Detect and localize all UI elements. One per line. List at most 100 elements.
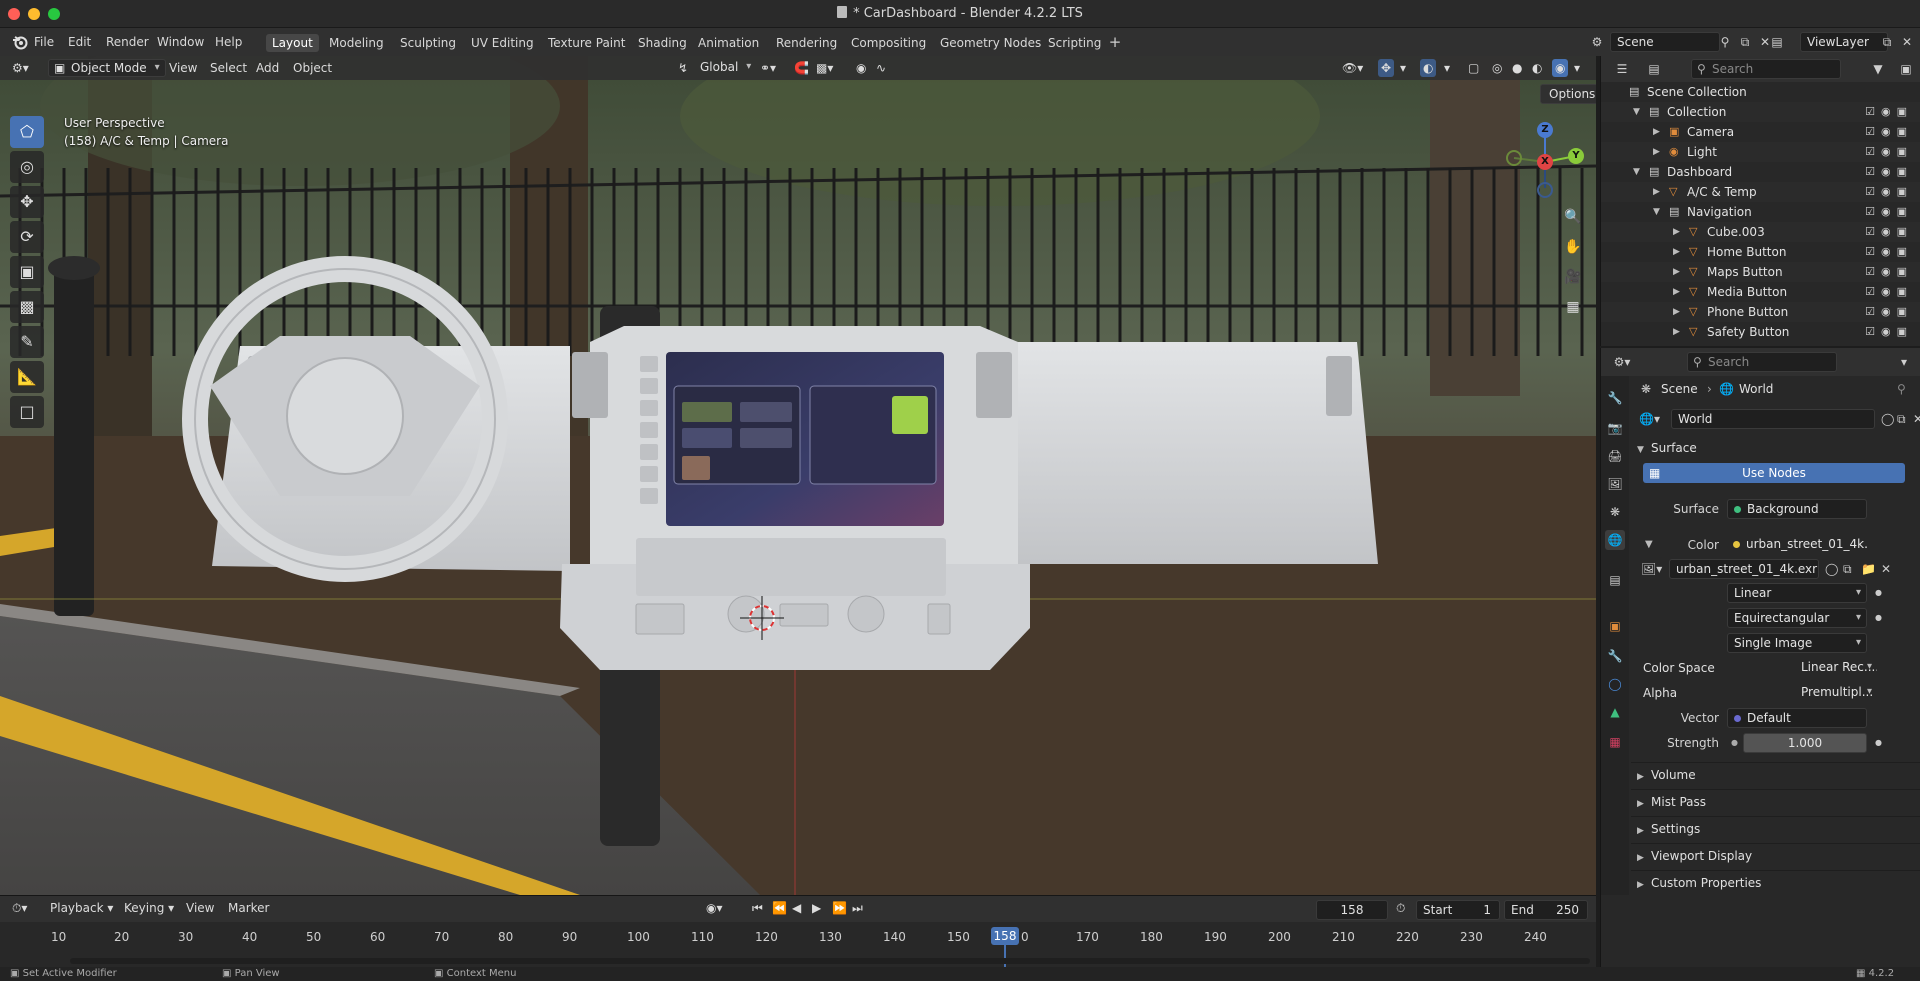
chevron-right-icon[interactable]: ▶ [1673,262,1680,282]
timeline-menu-playback[interactable]: Playback ▾ [50,899,113,917]
keyframe-dot-icon[interactable]: ● [1875,607,1882,629]
visibility-toggles-icon[interactable]: ☑◉▣ [1865,182,1913,202]
image-browse-icon[interactable]: 🖼▾ [1641,558,1662,580]
visibility-toggles-icon[interactable]: ☑◉▣ [1865,202,1913,222]
data-tab-icon[interactable]: ▲ [1605,702,1625,722]
use-nodes-button[interactable]: ▦ Use Nodes [1643,463,1905,483]
jump-keyframe-forward-icon[interactable]: ⏩ [832,899,847,917]
camera-view-icon[interactable]: 🎥 [1562,266,1584,288]
workspace-tab-rendering[interactable]: Rendering [770,34,843,52]
outliner-row[interactable]: ▶ ▽ Media Button ☑◉▣ [1601,282,1920,302]
filter-icon[interactable]: ▼ [1869,60,1887,78]
perspective-toggle-icon[interactable]: ▦ [1562,296,1584,318]
visibility-toggles-icon[interactable]: ☑◉▣ [1865,222,1913,242]
alpha-mode-dropdown[interactable]: Premultipl... [1795,683,1877,703]
timeline-scrollbar[interactable] [70,958,1590,964]
mist-pass-section-header[interactable]: ▶ Mist Pass [1631,789,1920,813]
physics-tab-icon[interactable]: ◯ [1605,674,1625,694]
collection-tab-icon[interactable]: ▤ [1605,570,1625,590]
scene-selector-icon[interactable]: ⚙ [1588,33,1606,51]
outliner-row[interactable]: ▼ ▤ Dashboard ☑◉▣ [1601,162,1920,182]
properties-search-input[interactable]: ⚲ Search [1687,352,1837,372]
viewport-menu-view[interactable]: View [169,59,197,77]
gizmo-neg-z-axis[interactable] [1537,182,1553,198]
workspace-tab-animation[interactable]: Animation [692,34,765,52]
falloff-icon[interactable]: ∿ [876,59,886,77]
chevron-right-icon[interactable]: ▶ [1673,242,1680,262]
outliner-row[interactable]: ▶ ▽ Cube.003 ☑◉▣ [1601,222,1920,242]
select-box-tool-icon[interactable]: ⬠ [10,116,44,148]
open-folder-icon[interactable]: 📁 [1861,558,1876,580]
world-name-field[interactable]: World [1671,409,1875,429]
display-mode-icon[interactable]: ▤ [1645,60,1663,78]
rendered-shading-icon[interactable]: ◉ [1552,59,1569,77]
timeline-menu-keying[interactable]: Keying ▾ [124,899,174,917]
new-view-layer-icon[interactable]: ⧉ [1878,33,1896,51]
properties-options-icon[interactable]: ▾ [1895,353,1913,371]
gizmo-x-axis[interactable]: X [1537,154,1553,170]
object-tab-icon[interactable]: ▣ [1605,616,1625,636]
workspace-tab-compositing[interactable]: Compositing [845,34,932,52]
outliner-row[interactable]: ▼ ▤ Collection ☑◉▣ [1601,102,1920,122]
auto-keying-icon[interactable]: ◉▾ [706,899,723,917]
play-reverse-icon[interactable]: ◀ [792,899,801,917]
playhead-line[interactable] [1004,945,1006,968]
material-preview-shading-icon[interactable]: ◐ [1532,59,1542,77]
solid-shading-icon[interactable]: ● [1512,59,1522,77]
workspace-tab-texture-paint[interactable]: Texture Paint [542,34,631,52]
tool-tab-icon[interactable]: 🔧 [1605,388,1625,408]
outliner-row[interactable]: ▶ ◉ Light ☑◉▣ [1601,142,1920,162]
color-input-field[interactable]: urban_street_01_4k.... [1727,535,1867,555]
fake-user-icon[interactable]: ◯ [1825,558,1838,580]
unlink-icon[interactable]: ✕ [1881,558,1891,580]
menu-window[interactable]: Window [157,33,204,51]
gizmo-menu-icon[interactable]: ▾ [1400,59,1406,77]
duplicate-icon[interactable]: ⧉ [1897,408,1906,430]
transform-tool-icon[interactable]: ▩ [10,291,44,323]
transform-orientation-dropdown[interactable]: Global [694,59,756,77]
keyframe-dot-icon[interactable]: ● [1875,582,1882,604]
workspace-tab-sculpting[interactable]: Sculpting [394,34,462,52]
surface-shader-field[interactable]: Background [1727,499,1867,519]
duplicate-icon[interactable]: ⧉ [1843,558,1852,580]
overlays-toggle-icon[interactable]: ◐ [1420,59,1437,77]
workspace-tab-uv-editing[interactable]: UV Editing [465,34,540,52]
menu-edit[interactable]: Edit [68,33,91,51]
visibility-toggles-icon[interactable]: ☑◉▣ [1865,322,1913,342]
wireframe-shading-icon[interactable]: ◎ [1492,59,1502,77]
3d-viewport[interactable]: ⬠ ◎ ✥ ⟳ ▣ ▩ ✎ 📐 □ User Perspective (158)… [0,56,1596,895]
workspace-tab-scripting[interactable]: Scripting [1042,34,1107,52]
gizmo-toggle-icon[interactable]: ✥ [1378,59,1395,77]
overlays-menu-icon[interactable]: ▾ [1444,59,1450,77]
visibility-icon[interactable]: 👁▾ [1342,59,1363,77]
menu-render[interactable]: Render [106,33,149,51]
outliner-row[interactable]: ▶ ▽ Home Button ☑◉▣ [1601,242,1920,262]
texture-tab-icon[interactable]: ▦ [1605,732,1625,752]
scene-name-field[interactable]: Scene [1610,32,1720,52]
add-cube-tool-icon[interactable]: □ [10,396,44,428]
jump-end-icon[interactable]: ⏭ [852,899,863,917]
outliner-row[interactable]: ▶ ▽ A/C & Temp ☑◉▣ [1601,182,1920,202]
new-collection-icon[interactable]: ▣ [1897,60,1915,78]
image-name-field[interactable]: urban_street_01_4k.exr [1669,559,1819,579]
annotate-tool-icon[interactable]: ✎ [10,326,44,358]
add-workspace-icon[interactable]: + [1106,33,1124,51]
chevron-down-icon[interactable]: ▼ [1633,102,1640,122]
viewport-menu-add[interactable]: Add [256,59,279,77]
preview-range-icon[interactable]: ⏱ [1396,899,1405,917]
visibility-toggles-icon[interactable]: ☑◉▣ [1865,142,1913,162]
outliner-row[interactable]: ▼ ▤ Navigation ☑◉▣ [1601,202,1920,222]
snap-icon[interactable]: 🧲 [794,59,809,77]
visibility-toggles-icon[interactable]: ☑◉▣ [1865,242,1913,262]
rotate-tool-icon[interactable]: ⟳ [10,221,44,253]
xray-toggle-icon[interactable]: ▢ [1468,59,1479,77]
outliner-row[interactable]: ▤ Scene Collection [1601,82,1920,102]
keyframe-dot-icon[interactable]: ● [1875,732,1882,754]
pin-icon[interactable]: ⚲ [1716,33,1734,51]
visibility-toggles-icon[interactable]: ☑◉▣ [1865,162,1913,182]
jump-keyframe-back-icon[interactable]: ⏪ [772,899,787,917]
chevron-right-icon[interactable]: ▶ [1653,122,1660,142]
custom-properties-section-header[interactable]: ▶ Custom Properties [1631,870,1920,894]
workspace-tab-geometry-nodes[interactable]: Geometry Nodes [934,34,1047,52]
viewport-options-button[interactable]: Options▾ [1540,84,1596,104]
